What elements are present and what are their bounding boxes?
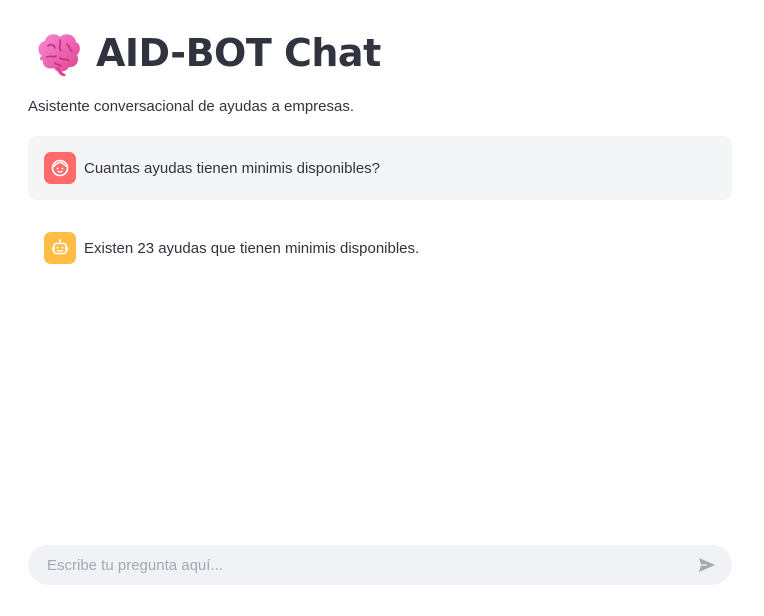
chat-message-assistant: Existen 23 ayudas que tienen minimis dis… [28, 216, 732, 280]
user-message-text: Cuantas ayudas tienen minimis disponible… [84, 159, 381, 177]
robot-icon [51, 239, 69, 255]
user-face-icon [51, 159, 69, 177]
chat-input-container [28, 545, 732, 585]
title-row: AID-BOT Chat [34, 28, 381, 78]
chat-input[interactable] [45, 546, 694, 584]
send-button[interactable] [694, 552, 720, 578]
assistant-message-text: Existen 23 ayudas que tienen minimis dis… [84, 239, 420, 257]
user-avatar [44, 152, 76, 184]
assistant-avatar [44, 232, 76, 264]
chat-message-user: Cuantas ayudas tienen minimis disponible… [28, 136, 732, 200]
chat-page: AID-BOT Chat Asistente conversacional de… [0, 0, 764, 616]
page-title: AID-BOT Chat [96, 31, 381, 75]
page-subtitle: Asistente conversacional de ayudas a emp… [28, 98, 355, 115]
brain-icon [38, 34, 80, 76]
send-icon [699, 558, 715, 572]
